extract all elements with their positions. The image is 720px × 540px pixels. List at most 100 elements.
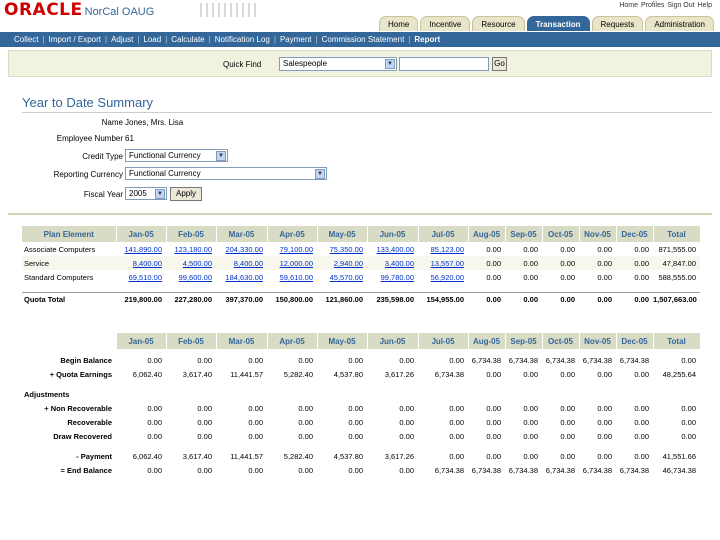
apply-button[interactable]: Apply — [170, 187, 203, 201]
cell-value: 0.00 — [449, 403, 464, 413]
cell-value: 0.00 — [248, 355, 263, 365]
cell-value[interactable]: 99,600.00 — [166, 270, 216, 284]
chevron-down-icon[interactable]: ▼ — [216, 151, 226, 161]
cell-value: 0.00 — [560, 272, 575, 282]
credit-type-select[interactable]: Functional Currency ▼ — [125, 149, 228, 162]
go-button[interactable]: Go — [492, 57, 507, 71]
cell-value[interactable]: 204,330.00 — [216, 242, 267, 256]
tab-home[interactable]: Home — [378, 16, 419, 31]
cell-value[interactable]: 99,780.00 — [367, 270, 418, 284]
cell-total: 47,847.00 — [653, 256, 700, 270]
subnav-collect[interactable]: Collect — [12, 35, 40, 44]
subnav-adjust[interactable]: Adjust — [109, 35, 135, 44]
cell-value[interactable]: 13,557.00 — [418, 256, 468, 270]
tab-incentive[interactable]: Incentive — [420, 16, 471, 31]
subnav-load[interactable]: Load — [141, 35, 163, 44]
cell-value[interactable]: 184,630.00 — [216, 270, 267, 284]
oracle-logo: ORACLE NorCal OAUG — [4, 0, 154, 20]
tab-transaction[interactable]: Transaction — [526, 16, 590, 31]
cell-value: 0.00 — [616, 256, 653, 270]
cell-value[interactable]: 12,000.00 — [267, 256, 317, 270]
credit-type-label: Credit Type — [82, 151, 123, 161]
tab-administration[interactable]: Administration — [645, 16, 714, 31]
chevron-down-icon[interactable]: ▼ — [385, 59, 395, 69]
cell-value[interactable]: 79,100.00 — [267, 242, 317, 256]
column-header-month: Apr-05 — [267, 333, 318, 349]
column-header-month: Sep-05 — [505, 226, 543, 242]
subnav-payment[interactable]: Payment — [278, 35, 314, 44]
cell-value: 3,617.40 — [182, 451, 212, 461]
cell-value[interactable]: 141,890.00 — [116, 242, 166, 256]
cell-value[interactable]: 69,510.00 — [116, 270, 166, 284]
cell-value: 0.00 — [147, 355, 162, 365]
column-header-month: Nov-05 — [579, 333, 617, 349]
cell-value: 0.00 — [298, 465, 313, 475]
cell-value[interactable]: 3,400.00 — [367, 256, 418, 270]
subnav-calculate[interactable]: Calculate — [169, 35, 206, 44]
cell-value[interactable]: 2,940.00 — [317, 256, 367, 270]
cell-value: 0.00 — [597, 403, 612, 413]
cell-value: 0.00 — [523, 431, 538, 441]
quota-table-body: Associate Computers 141,890.00 123,180.00 2… — [22, 242, 700, 306]
cell-value: 0.00 — [298, 403, 313, 413]
cell-value: 0.00 — [348, 465, 363, 475]
cell-value: 0.00 — [597, 244, 612, 254]
column-header-month: Jun-05 — [367, 333, 419, 349]
quick-find-label: Quick Find — [223, 60, 262, 69]
global-link-profiles[interactable]: Profiles — [641, 2, 664, 9]
balance-row: = End Balance 0.00 0.00 0.00 0.00 0.00 0.00 6,7… — [22, 463, 700, 477]
cell-value[interactable]: 8,400.00 — [216, 256, 267, 270]
cell-value: 0.00 — [634, 369, 649, 379]
cell-value: 0.00 — [197, 355, 212, 365]
name-label: Name — [101, 117, 123, 127]
subnav-import-export[interactable]: Import / Export — [47, 35, 103, 44]
cell-value: 0.00 — [560, 451, 575, 461]
cell-value: 0.00 — [399, 431, 414, 441]
tab-resource[interactable]: Resource — [472, 16, 525, 31]
chevron-down-icon[interactable]: ▼ — [315, 169, 325, 179]
quota-total-row: Quota Total 219,800.00 227,280.00 397,370.0… — [22, 291, 700, 306]
app-name: NorCal OAUG — [84, 6, 155, 18]
subnav-report[interactable]: Report — [412, 35, 442, 44]
cell-value[interactable]: 45,570.00 — [317, 270, 367, 284]
cell-value[interactable]: 8,400.00 — [116, 256, 166, 270]
column-header-month: Oct-05 — [542, 333, 580, 349]
column-header-month: Dec-05 — [616, 226, 654, 242]
cell-value[interactable]: 59,610.00 — [267, 270, 317, 284]
cell-value: 4,537.80 — [333, 451, 363, 461]
global-link-help[interactable]: Help — [698, 2, 712, 9]
name-row: Name Jones, Mrs. Lisa — [0, 115, 720, 129]
cell-value[interactable]: 75,350.00 — [317, 242, 367, 256]
header-decoration — [200, 3, 260, 17]
column-header-month: Dec-05 — [616, 333, 654, 349]
cell-value[interactable]: 133,400.00 — [367, 242, 418, 256]
adjustment-row: + Non Recoverable 0.00 0.00 0.00 0.00 0.00 0.0… — [22, 401, 700, 415]
reporting-currency-select[interactable]: Functional Currency ▼ — [125, 167, 327, 180]
column-header-month: Feb-05 — [166, 333, 217, 349]
row-label: + Quota Earnings — [49, 369, 112, 379]
quick-find-input[interactable] — [399, 57, 489, 71]
chevron-down-icon[interactable]: ▼ — [155, 189, 165, 199]
adjustments-heading: Adjustments — [24, 389, 70, 399]
cell-value[interactable]: 85,123.00 — [418, 242, 468, 256]
subnav-commission-statement[interactable]: Commission Statement — [320, 35, 407, 44]
global-link-signout[interactable]: Sign Out — [667, 2, 694, 9]
global-link-home[interactable]: Home — [619, 2, 638, 9]
cell-value: 0.00 — [248, 465, 263, 475]
cell-value: 0.00 — [248, 417, 263, 427]
cell-value[interactable]: 123,180.00 — [166, 242, 216, 256]
subnav-notification-log[interactable]: Notification Log — [213, 35, 272, 44]
row-label: Standard Computers — [24, 272, 94, 282]
fiscal-year-select[interactable]: 2005 ▼ — [125, 187, 167, 200]
cell-total: 1,507,663.00 — [653, 291, 700, 306]
cell-value: 0.00 — [542, 256, 579, 270]
column-header-month: May-05 — [317, 333, 368, 349]
quick-find-select[interactable]: Salespeople ▼ — [279, 57, 397, 71]
row-label: Quota Total — [22, 291, 116, 306]
cell-value: 0.00 — [486, 369, 501, 379]
cell-value[interactable]: 56,920.00 — [418, 270, 468, 284]
cell-value[interactable]: 4,500.00 — [166, 256, 216, 270]
tab-requests[interactable]: Requests — [591, 16, 644, 31]
cell-value: 0.00 — [399, 355, 414, 365]
cell-value: 0.00 — [523, 272, 538, 282]
